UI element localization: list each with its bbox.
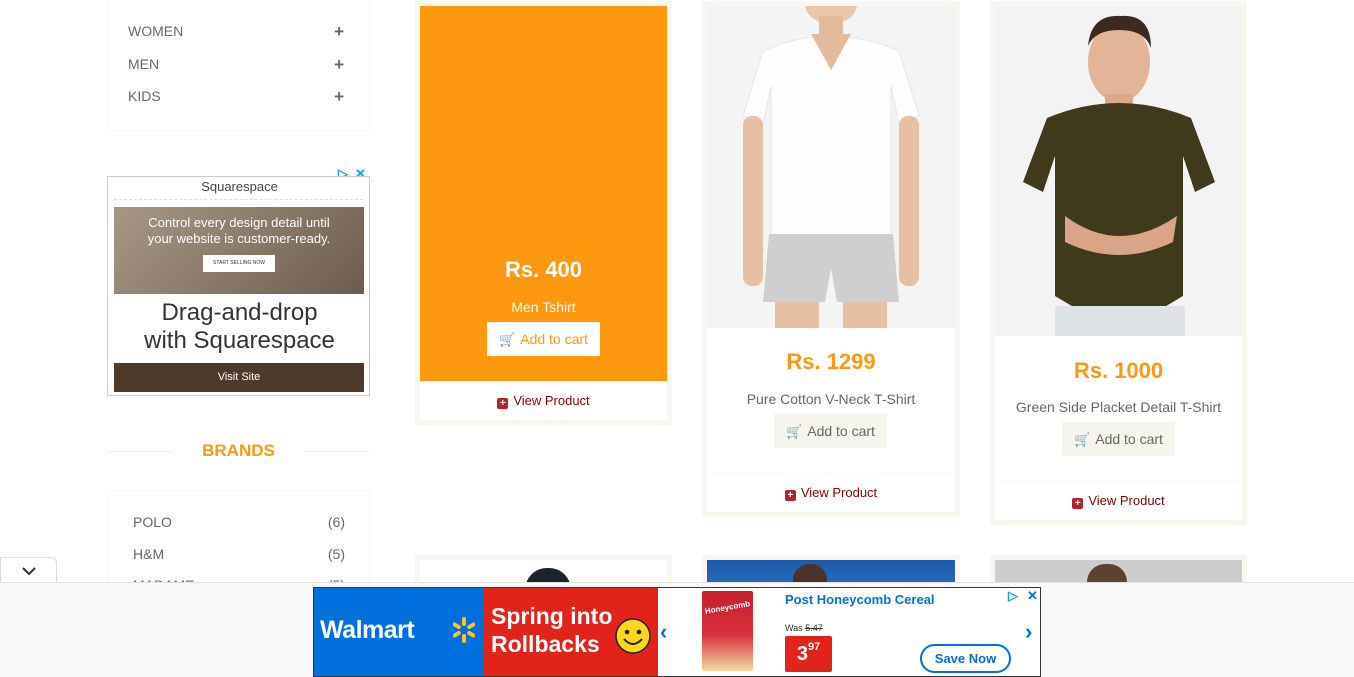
promo-text: Spring into Rollbacks	[491, 602, 612, 658]
brands-title: BRANDS	[202, 441, 275, 460]
brand-name: POLO	[133, 514, 172, 530]
walmart-spark-icon	[453, 617, 475, 643]
ad-start-selling-button[interactable]: START SELLING NOW	[203, 255, 275, 272]
product-overlay: Rs. 400 Men Tshirt 🛒 Add to cart	[420, 6, 667, 381]
cart-icon: 🛒	[1074, 432, 1091, 447]
promo-line-1: Spring into	[491, 603, 613, 629]
product-name: Men Tshirt	[511, 299, 576, 315]
add-to-cart-label: Add to cart	[520, 331, 588, 347]
ad-headline-line-1: Control every design detail until	[148, 215, 330, 230]
promo-panel: Spring into Rollbacks	[483, 588, 658, 676]
sale-price: 397	[785, 636, 832, 672]
brand-count: (5)	[327, 546, 345, 562]
ad-sponsor: Squarespace	[201, 179, 278, 194]
was-price: Was 5.47	[785, 623, 823, 633]
category-label: MEN	[128, 56, 160, 72]
product-card: Rs. 1299 Pure Cotton V-Neck T-Shirt 🛒 Add…	[702, 1, 960, 517]
product-price: Rs. 1299	[786, 349, 876, 374]
plus-icon[interactable]: +	[334, 55, 344, 75]
plus-icon[interactable]: +	[334, 22, 344, 42]
brands-panel: POLO (6) H&M (5) MADAME (5)	[107, 490, 370, 593]
cart-icon: 🛒	[786, 424, 803, 439]
save-now-button[interactable]: Save Now	[920, 644, 1011, 673]
category-label: KIDS	[128, 88, 161, 104]
add-to-cart-label: Add to cart	[1095, 431, 1163, 447]
ad-body: Drag-and-drop with Squarespace	[108, 299, 371, 355]
divider	[707, 473, 955, 474]
view-product-link[interactable]: + View Product	[707, 485, 955, 501]
collapse-ad-button[interactable]	[0, 557, 57, 582]
plus-square-icon: +	[1072, 498, 1084, 509]
add-to-cart-button[interactable]: 🛒 Add to cart	[1062, 422, 1175, 456]
cereal-box-image: Honeycomb	[702, 591, 753, 671]
ad-body-line-2: with Squarespace	[144, 327, 335, 354]
prev-arrow-icon[interactable]: ‹	[660, 619, 667, 645]
category-panel: WOMEN + MEN + KIDS +	[107, 0, 370, 131]
sidebar-ad[interactable]: Squarespace Control every design detail …	[107, 176, 370, 396]
product-price: Rs. 400	[504, 257, 583, 282]
next-arrow-icon[interactable]: ›	[1025, 619, 1032, 645]
smiley-icon	[615, 618, 651, 654]
category-men[interactable]: MEN +	[128, 55, 344, 76]
divider	[995, 481, 1242, 482]
sale-price-cents: 97	[807, 641, 821, 653]
add-to-cart-button[interactable]: 🛒 Add to cart	[487, 322, 600, 356]
brand-name: H&M	[133, 546, 165, 562]
view-product-label: View Product	[800, 485, 878, 500]
add-to-cart-button[interactable]: 🛒 Add to cart	[774, 414, 887, 448]
ad-visit-site-button[interactable]: Visit Site	[114, 363, 364, 392]
category-kids[interactable]: KIDS +	[128, 87, 344, 108]
brand-item-polo[interactable]: POLO (6)	[133, 514, 345, 530]
view-product-label: View Product	[1088, 493, 1165, 508]
view-product-link[interactable]: + View Product	[420, 393, 667, 409]
chevron-down-icon	[21, 567, 36, 576]
cart-icon: 🛒	[499, 332, 516, 347]
view-product-label: View Product	[513, 393, 590, 408]
ad-close-icon[interactable]: ✕	[1027, 588, 1038, 604]
ad-image[interactable]: Control every design detail until your w…	[114, 207, 364, 294]
promo-line-2: Rollbacks	[491, 631, 600, 657]
ad-choices-icon[interactable]: ▷	[1008, 588, 1018, 604]
ad-headline: Control every design detail until your w…	[114, 215, 364, 247]
walmart-logo-panel: Walmart	[314, 588, 483, 676]
add-to-cart-label: Add to cart	[807, 423, 875, 439]
plus-icon[interactable]: +	[334, 87, 344, 107]
brand-item-hm[interactable]: H&M (5)	[133, 546, 345, 562]
brand-count: (6)	[327, 514, 345, 530]
ad-headline-line-2: your website is customer-ready.	[147, 231, 331, 246]
category-women[interactable]: WOMEN +	[128, 22, 344, 43]
plus-square-icon: +	[497, 398, 509, 409]
ad-product-title[interactable]: Post Honeycomb Cereal	[785, 592, 935, 607]
bottom-ad-banner[interactable]: Walmart Spring into Rollbacks ‹ Honeycom…	[313, 587, 1041, 677]
category-label: WOMEN	[128, 23, 184, 39]
product-name: Green Side Placket Detail T-Shirt	[1015, 399, 1222, 415]
was-price-value: 5.47	[805, 623, 823, 633]
cereal-box-label: Honeycomb	[704, 599, 751, 616]
product-image-green-shirt[interactable]	[995, 6, 1242, 336]
walmart-logo: Walmart	[320, 616, 415, 644]
ad-body-line-1: Drag-and-drop	[161, 299, 318, 326]
view-product-link[interactable]: + View Product	[995, 493, 1242, 509]
product-name: Pure Cotton V-Neck T-Shirt	[746, 391, 916, 407]
ad-divider	[114, 199, 363, 200]
product-card: Rs. 1000 Green Side Placket Detail T-Shi…	[990, 1, 1247, 525]
sale-price-dollars: 3	[796, 643, 808, 665]
product-image-white-tshirt[interactable]	[707, 6, 955, 328]
plus-square-icon: +	[784, 490, 796, 501]
product-price: Rs. 1000	[1073, 358, 1164, 383]
product-card: Rs. 400 Men Tshirt 🛒 Add to cart + View Pr…	[415, 1, 672, 425]
was-label: Was	[785, 623, 803, 633]
